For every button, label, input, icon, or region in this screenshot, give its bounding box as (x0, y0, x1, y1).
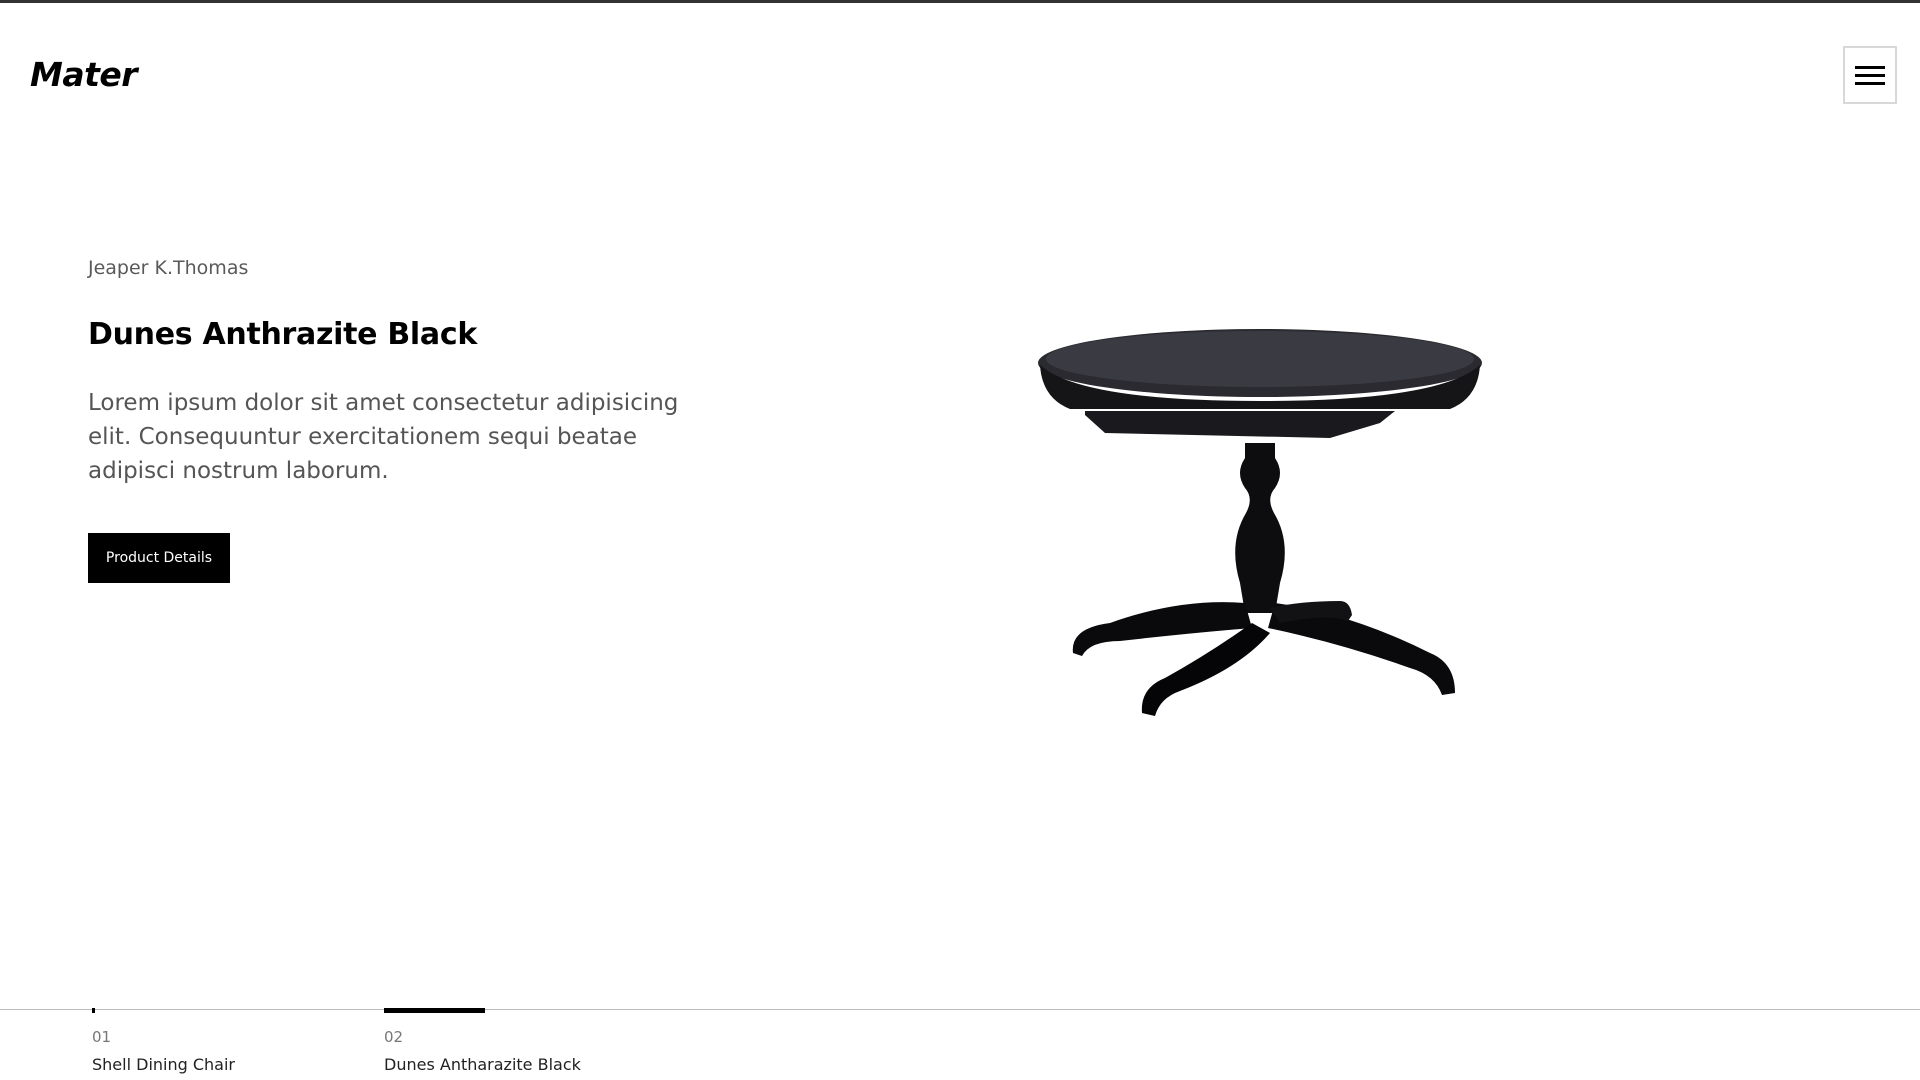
slide-progress-2 (384, 1008, 485, 1013)
logo[interactable]: Mater (30, 55, 138, 94)
slide-number: 01 (92, 1028, 112, 1046)
table-leg-front (1141, 623, 1270, 716)
table-skirt (1085, 411, 1395, 438)
menu-bar (1855, 65, 1885, 69)
menu-bar (1855, 73, 1885, 77)
page: Mater Jeaper K.Thomas Dunes Anthrazite B… (0, 0, 1920, 1080)
slider-nav: 01 Shell Dining Chair 02 Dunes Antharazi… (0, 1008, 1920, 1080)
product-details-button[interactable]: Product Details (88, 533, 230, 583)
slide-number: 02 (384, 1028, 404, 1046)
product-image (1038, 329, 1482, 716)
slide-name: Dunes Antharazite Black (384, 1055, 581, 1074)
slide-name: Shell Dining Chair (92, 1055, 235, 1074)
menu-bar (1855, 81, 1885, 85)
slide-progress-1 (92, 1008, 95, 1013)
table-top-surface (1046, 331, 1474, 387)
product-title: Dunes Anthrazite Black (88, 317, 477, 352)
product-description: Lorem ipsum dolor sit amet consectetur a… (88, 390, 679, 484)
author-name: Jeaper K.Thomas (88, 257, 249, 279)
menu-button[interactable] (1843, 46, 1897, 104)
table-pedestal (1235, 443, 1285, 613)
hero-text: Jeaper K.Thomas Dunes Anthrazite Black L… (88, 257, 728, 583)
